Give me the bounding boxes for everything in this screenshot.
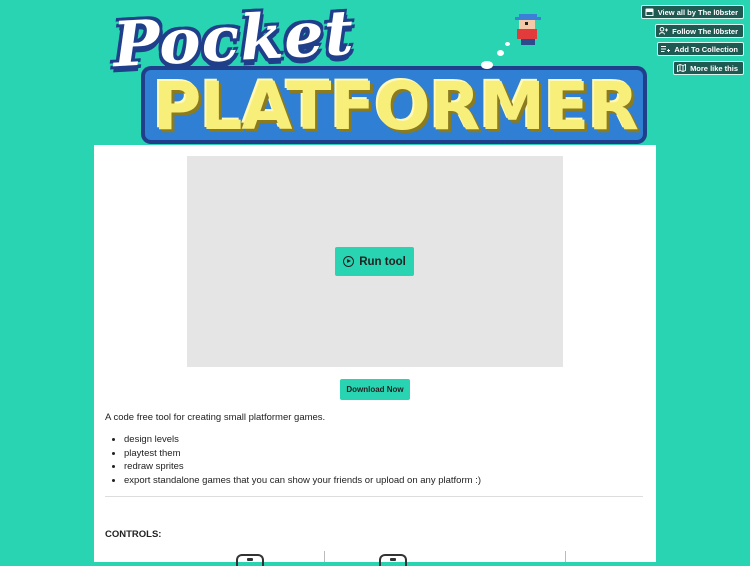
game-description: A code free tool for creating small plat… (105, 412, 326, 423)
map-icon (677, 64, 687, 72)
itchio-icon (645, 8, 654, 16)
list-item: design levels (124, 433, 481, 447)
run-tool-label: Run tool (359, 255, 406, 268)
decor-dot (481, 61, 493, 69)
run-tool-button[interactable]: Run tool (335, 247, 414, 276)
add-to-collection-label: Add To Collection (674, 44, 738, 54)
list-item: redraw sprites (124, 460, 481, 474)
divider (324, 551, 325, 562)
add-list-icon (661, 45, 671, 53)
divider (105, 496, 643, 497)
controls-heading: CONTROLS: (105, 529, 162, 540)
follow-user-icon (659, 27, 669, 35)
more-like-this-label: More like this (690, 63, 738, 73)
view-all-by-author-label: View all by The l0bster (657, 7, 738, 17)
decor-dot (497, 50, 504, 56)
pixel-character-sprite (513, 14, 543, 48)
game-embed-frame: Run tool (187, 156, 563, 367)
list-item: export standalone games that you can sho… (124, 474, 481, 488)
add-to-collection-button[interactable]: Add To Collection (657, 42, 744, 56)
follow-author-button[interactable]: Follow The l0bster (655, 24, 744, 38)
play-icon (343, 256, 355, 267)
game-banner: Pocket PLATFORMER (105, 0, 650, 145)
divider (565, 551, 566, 562)
more-like-this-button[interactable]: More like this (673, 61, 744, 75)
download-now-button[interactable]: Download Now (340, 379, 410, 400)
banner-title-bottom: PLATFORMER (153, 68, 639, 145)
gamepad-icon (379, 554, 407, 566)
view-all-by-author-button[interactable]: View all by The l0bster (640, 5, 744, 19)
game-page-body: Run tool Download Now A code free tool f… (94, 145, 656, 566)
decor-dot (505, 42, 510, 46)
list-item: playtest them (124, 447, 481, 461)
gamepad-icon (236, 554, 264, 566)
follow-author-label: Follow The l0bster (672, 26, 738, 36)
feature-list: design levels playtest them redraw sprit… (105, 433, 481, 487)
